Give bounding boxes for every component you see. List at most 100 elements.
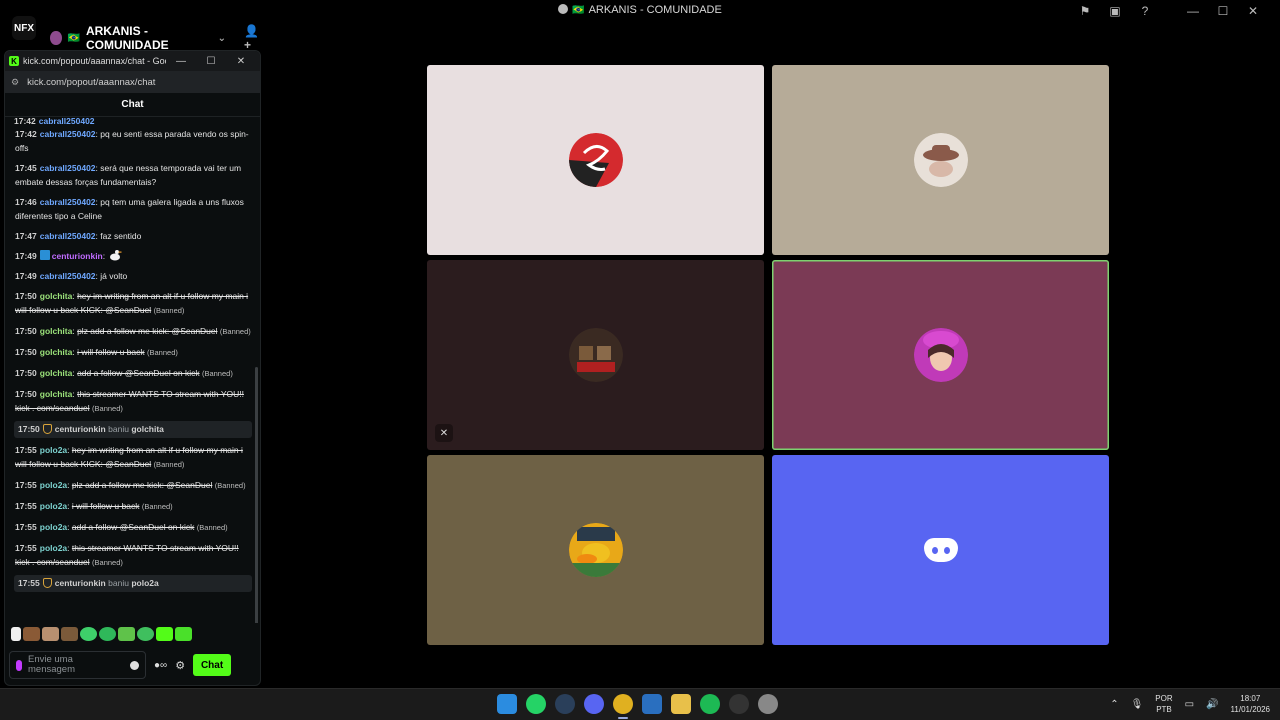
clock[interactable]: 18:07 11/01/2026: [1231, 693, 1270, 715]
network-icon[interactable]: ▭: [1185, 699, 1194, 710]
send-chat-button[interactable]: Chat: [193, 654, 232, 676]
green-glasses-emote-icon[interactable]: [118, 627, 135, 641]
flag-report-icon[interactable]: ⚑: [1070, 2, 1100, 20]
server-flag-icon: 🇧🇷: [67, 32, 80, 44]
settings-gear-icon[interactable]: [758, 694, 778, 714]
discord-logo-icon: [923, 538, 958, 562]
site-settings-icon[interactable]: ⚙: [11, 77, 19, 88]
server-header[interactable]: 🇧🇷 ARKANIS - COMUNIDADE ⌄ 👤+: [50, 24, 262, 52]
channel-points-button[interactable]: ●∞: [154, 660, 167, 671]
emoji-picker-icon[interactable]: [130, 660, 139, 670]
scorpion-avatar: [568, 133, 623, 187]
windows-start-icon[interactable]: [497, 694, 517, 714]
chat-message: 17:46 cabrall250402: pq tem uma galera li…: [15, 197, 244, 221]
window-controls: ⚑ ▣ ? — ☐ ✕: [1070, 2, 1268, 20]
volume-icon[interactable]: 🔊: [1206, 699, 1218, 710]
server-logo[interactable]: NFX: [12, 16, 36, 40]
mic-muted-icon: ✕: [435, 424, 453, 442]
chat-message-deleted: 17:55 polo2a: hey im writing from an alt …: [15, 445, 243, 469]
chat-message-input[interactable]: Envie uma mensagem: [9, 651, 146, 679]
obs-icon[interactable]: [729, 694, 749, 714]
video-tile-6[interactable]: [772, 455, 1109, 645]
chat-popout-window: K kick.com/popout/aaannax/chat - Googl… …: [4, 50, 261, 686]
popout-titlebar: K kick.com/popout/aaannax/chat - Googl… …: [5, 51, 260, 71]
chat-message-deleted: 17:50 golchita: hey im writing from an al…: [15, 291, 249, 315]
video-tile-3[interactable]: ✕: [427, 260, 764, 450]
chat-message-deleted: 17:50 golchita: this streamer WANTS TO st…: [15, 389, 244, 413]
chat-message: 17:45 cabrall250402: será que nessa tempo…: [15, 163, 242, 187]
window-title-text: ARKANIS - COMUNIDADE: [588, 4, 722, 16]
invite-people-icon[interactable]: 👤+: [244, 24, 262, 52]
close-button[interactable]: ✕: [1238, 2, 1268, 20]
popout-close-button[interactable]: ✕: [226, 56, 256, 67]
moderator-badge-icon: [39, 250, 50, 260]
popout-title: kick.com/popout/aaannax/chat - Googl…: [23, 56, 166, 66]
windows-taskbar: ⌃ 🎙 POR PTB ▭ 🔊 18:07 11/01/2026: [0, 688, 1280, 720]
video-tile-5[interactable]: [427, 455, 764, 645]
discord-icon[interactable]: [584, 694, 604, 714]
minimize-button[interactable]: —: [1178, 2, 1208, 20]
goose-emote-icon: [109, 250, 121, 261]
job-emote-icon[interactable]: [61, 627, 78, 641]
maximize-button[interactable]: ☐: [1208, 2, 1238, 20]
chat-header: Chat: [5, 93, 260, 117]
whatsapp-icon[interactable]: [526, 694, 546, 714]
chat-message: 17:49 centurionkin:: [14, 246, 252, 266]
ban-event-row: 17:55 centurionkin baniu polo2a: [14, 575, 252, 592]
goose-emote-icon[interactable]: [11, 627, 21, 641]
mic-icon[interactable]: [16, 659, 22, 671]
server-globe-icon: [558, 4, 569, 14]
kick-blob-emote-icon[interactable]: [156, 627, 173, 641]
flag-icon: 🇧🇷: [572, 5, 585, 16]
chat-message-deleted: 17:50 golchita: plz add a follow me kick:…: [15, 326, 251, 336]
cowboy-avatar: [913, 133, 968, 187]
address-bar[interactable]: ⚙ kick.com/popout/aaannax/chat: [5, 71, 260, 93]
popout-maximize-button[interactable]: ☐: [196, 56, 226, 67]
server-icon: [50, 31, 62, 45]
green-laugh-emote-icon[interactable]: [99, 627, 116, 641]
cat-emote-icon[interactable]: [42, 627, 59, 641]
photos-icon[interactable]: [642, 694, 662, 714]
chrome-icon[interactable]: [613, 694, 633, 719]
mod-shield-icon: [42, 578, 52, 588]
minecraft-avatar: [568, 328, 623, 382]
help-icon[interactable]: ?: [1130, 2, 1160, 20]
chevron-down-icon[interactable]: ⌄: [218, 33, 226, 44]
green-face-emote-icon[interactable]: [80, 627, 97, 641]
taskbar-apps: [497, 694, 778, 719]
ban-event-row: 17:50 centurionkin baniu golchita: [14, 421, 252, 438]
chevron-up-icon[interactable]: ⌃: [1110, 699, 1118, 710]
chat-message-deleted: 17:55 polo2a: this streamer WANTS TO stre…: [15, 543, 239, 567]
window-titlebar: 🇧🇷 ARKANIS - COMUNIDADE ⚑ ▣ ? — ☐ ✕: [0, 0, 1280, 22]
cowboy-emote-icon[interactable]: [23, 627, 40, 641]
language-indicator[interactable]: POR PTB: [1155, 693, 1172, 715]
kick-wave-emote-icon[interactable]: [175, 627, 192, 641]
server-name: ARKANIS - COMUNIDADE: [85, 24, 169, 52]
chat-input-row: Envie uma mensagem ●∞ ⚙ Chat: [5, 645, 260, 685]
video-tile-4-speaking[interactable]: [772, 260, 1109, 450]
mod-shield-icon: [42, 424, 52, 434]
file-explorer-icon[interactable]: [671, 694, 691, 714]
chat-settings-gear-icon[interactable]: ⚙: [175, 659, 185, 672]
video-tile-2[interactable]: [772, 65, 1109, 255]
chat-message: 17:47 cabrall250402: faz sentido: [15, 231, 142, 241]
chat-message: 17:42 cabrall250402: pq eu senti essa par…: [15, 129, 249, 153]
chat-scrollbar[interactable]: [255, 367, 258, 623]
chat-message-deleted: 17:55 polo2a: i will follow u back (Banne…: [15, 501, 173, 511]
chat-message-list[interactable]: 17:42 cabrall250402 17:42 cabrall250402: p…: [5, 117, 260, 623]
chat-message-deleted: 17:55 polo2a: add a follow @SeanDuel on k…: [15, 522, 228, 532]
steam-icon[interactable]: [555, 694, 575, 714]
video-tile-1[interactable]: [427, 65, 764, 255]
popout-minimize-button[interactable]: —: [166, 56, 196, 67]
chat-message-deleted: 17:50 golchita: add a follow @SeanDuel on…: [15, 368, 233, 378]
duck-fbi-avatar: [568, 523, 623, 577]
inbox-icon[interactable]: ▣: [1100, 2, 1130, 20]
chat-message: 17:49 cabrall250402: já volto: [15, 271, 128, 281]
system-tray: ⌃ 🎙 POR PTB ▭ 🔊 18:07 11/01/2026: [1110, 693, 1270, 715]
chat-message-partial: 17:42 cabrall250402: [14, 117, 95, 124]
desktop: 🇧🇷 ARKANIS - COMUNIDADE ⚑ ▣ ? — ☐ ✕ NFX 🇧…: [0, 0, 1280, 720]
spotify-icon[interactable]: [700, 694, 720, 714]
microphone-icon[interactable]: 🎙: [1131, 699, 1144, 710]
green-skull-emote-icon[interactable]: [137, 627, 154, 641]
kick-favicon-icon: K: [9, 56, 19, 66]
